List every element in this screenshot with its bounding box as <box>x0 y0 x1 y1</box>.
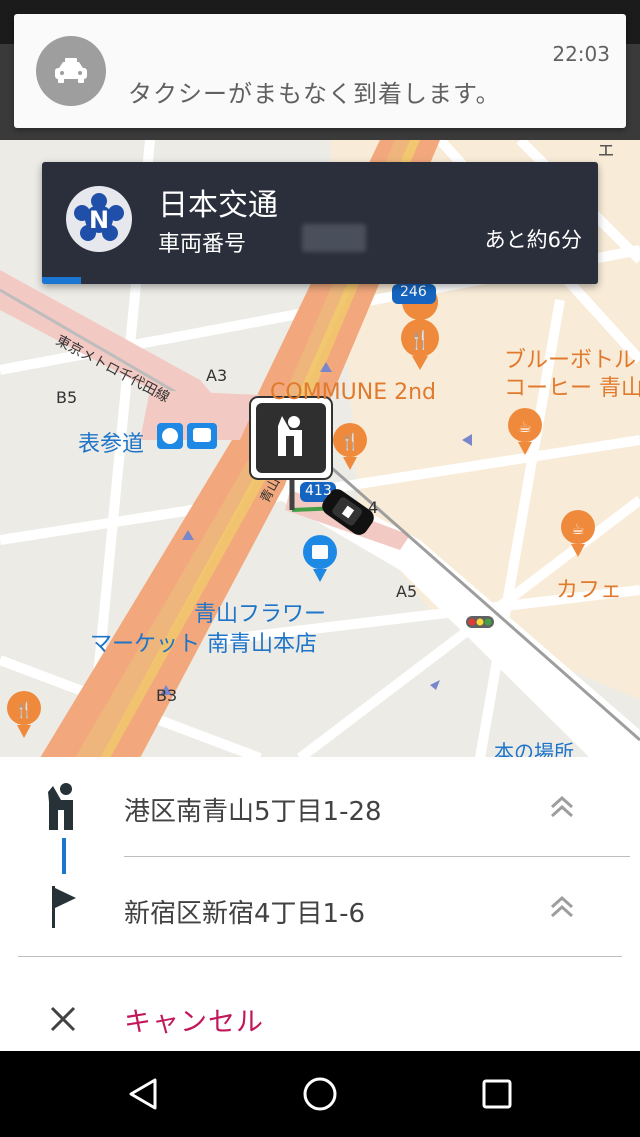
close-icon <box>50 1006 76 1032</box>
back-nav-button[interactable] <box>120 1071 166 1117</box>
back-triangle-icon <box>129 1078 157 1110</box>
pickup-person-icon <box>40 781 88 831</box>
recents-square-icon <box>482 1079 512 1109</box>
exit-b3: B3 <box>156 686 178 705</box>
arrival-progress-fill <box>42 277 81 284</box>
exit-a4: 4 <box>368 498 379 517</box>
pickup-address: 港区南青山5丁目1-28 <box>124 797 382 827</box>
pickup-row[interactable]: 港区南青山5丁目1-28 <box>0 757 640 857</box>
company-logo-icon: N <box>66 186 132 252</box>
recents-nav-button[interactable] <box>474 1071 520 1117</box>
svg-text:🍴: 🍴 <box>409 329 431 351</box>
map-label-flower-1[interactable]: 青山フラワー <box>194 596 326 628</box>
svg-text:🍴: 🍴 <box>340 432 360 451</box>
navigation-bar <box>0 1051 640 1137</box>
map-label-flower-2[interactable]: マーケット 南青山本店 <box>90 626 317 658</box>
route-shield-246: 246 <box>400 284 427 300</box>
exit-a3: A3 <box>206 366 228 385</box>
map-label-bookstore[interactable]: 本の場所 <box>494 736 574 758</box>
cancel-button[interactable]: キャンセル <box>0 986 640 1050</box>
vehicle-number-redacted <box>302 224 366 252</box>
svg-text:🍴: 🍴 <box>15 701 34 719</box>
pickup-expand-icon[interactable] <box>548 793 576 821</box>
dropoff-address: 新宿区新宿4丁目1-6 <box>124 899 366 929</box>
map-label-bluebottle-2[interactable]: コーヒー 青山 <box>504 370 640 402</box>
dropoff-expand-icon[interactable] <box>548 893 576 921</box>
map-label-station[interactable]: 表参道 <box>78 426 144 458</box>
notification-time: 22:03 <box>552 42 610 66</box>
arrival-progress <box>42 277 598 284</box>
exit-b5: B5 <box>56 388 78 407</box>
exit-a5: A5 <box>396 582 418 601</box>
svg-text:☕: ☕ <box>571 520 584 538</box>
vehicle-number-label: 車両番号 <box>158 232 247 257</box>
notification-message: タクシーがまもなく到着します。 <box>128 80 501 108</box>
taxi-company-card[interactable]: N 日本交通 車両番号 あと約6分 <box>42 162 598 284</box>
eta-text: あと約6分 <box>484 228 582 252</box>
map-label-cafe[interactable]: カフェ <box>556 572 622 604</box>
svg-text:N: N <box>89 206 109 234</box>
home-circle-icon <box>303 1077 337 1111</box>
svg-text:☕: ☕ <box>518 418 531 436</box>
cancel-label: キャンセル <box>124 1007 264 1038</box>
panel-divider <box>18 956 622 957</box>
route-shield-413: 413 <box>305 483 332 499</box>
arrival-notification[interactable]: タクシーがまもなく到着します。 22:03 <box>14 14 626 128</box>
map-label-commune[interactable]: COMMUNE 2nd <box>270 380 436 405</box>
pickup-marker[interactable] <box>249 396 333 480</box>
map-label-partial: ェ <box>596 140 616 160</box>
taxi-icon <box>36 36 106 106</box>
destination-flag-icon <box>40 881 88 931</box>
dropoff-row[interactable]: 新宿区新宿4丁目1-6 <box>0 857 640 957</box>
home-nav-button[interactable] <box>297 1071 343 1117</box>
company-name: 日本交通 <box>158 188 278 223</box>
